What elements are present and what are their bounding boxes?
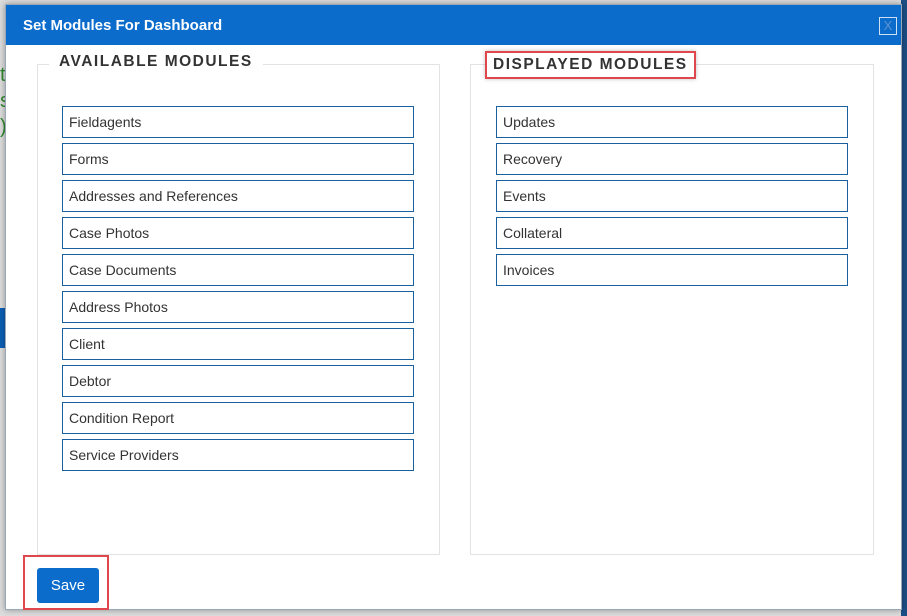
displayed-modules-panel: DISPLAYED MODULES Updates Recovery Event… — [470, 51, 874, 555]
available-modules-list: Fieldagents Forms Addresses and Referenc… — [62, 106, 414, 476]
available-module-item[interactable]: Forms — [62, 143, 414, 175]
displayed-module-item[interactable]: Collateral — [496, 217, 848, 249]
close-icon: X — [883, 18, 893, 33]
available-module-item[interactable]: Fieldagents — [62, 106, 414, 138]
modules-dialog: Set Modules For Dashboard X AVAILABLE MO… — [5, 4, 902, 610]
displayed-modules-heading: DISPLAYED MODULES — [485, 51, 696, 79]
available-module-item[interactable]: Case Photos — [62, 217, 414, 249]
available-module-item[interactable]: Client — [62, 328, 414, 360]
displayed-modules-list: Updates Recovery Events Collateral Invoi… — [496, 106, 848, 291]
available-module-item[interactable]: Debtor — [62, 365, 414, 397]
save-button[interactable]: Save — [37, 568, 99, 603]
save-highlight: Save — [23, 555, 109, 610]
available-module-item[interactable]: Service Providers — [62, 439, 414, 471]
available-module-item[interactable]: Address Photos — [62, 291, 414, 323]
displayed-module-item[interactable]: Events — [496, 180, 848, 212]
available-modules-heading: AVAILABLE MODULES — [49, 53, 263, 71]
displayed-module-item[interactable]: Recovery — [496, 143, 848, 175]
available-module-item[interactable]: Case Documents — [62, 254, 414, 286]
close-button[interactable]: X — [879, 17, 897, 35]
available-module-item[interactable]: Condition Report — [62, 402, 414, 434]
dialog-title: Set Modules For Dashboard — [23, 17, 223, 34]
displayed-module-item[interactable]: Invoices — [496, 254, 848, 286]
available-modules-panel: AVAILABLE MODULES Fieldagents Forms Addr… — [37, 53, 440, 555]
displayed-module-item[interactable]: Updates — [496, 106, 848, 138]
available-module-item[interactable]: Addresses and References — [62, 180, 414, 212]
dialog-titlebar: Set Modules For Dashboard X — [6, 5, 901, 45]
